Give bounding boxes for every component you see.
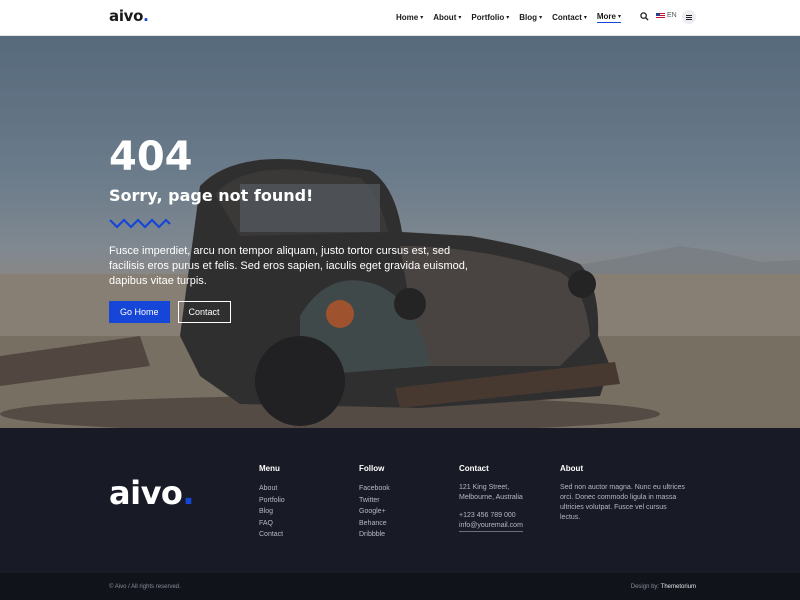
footer-link-about[interactable]: About xyxy=(259,483,359,495)
chevron-down-icon: ▾ xyxy=(583,15,587,21)
error-content: 404 Sorry, page not found! Fusce imperdi… xyxy=(109,134,489,323)
footer-link-faq[interactable]: FAQ xyxy=(259,518,359,530)
error-description: Fusce imperdiet, arcu non tempor aliquam… xyxy=(109,245,468,287)
chevron-down-icon: ▾ xyxy=(539,15,543,21)
chevron-down-icon: ▾ xyxy=(420,15,424,21)
hamburger-menu-button[interactable] xyxy=(682,10,696,24)
error-code: 404 xyxy=(109,134,193,180)
error-title: Sorry, page not found! xyxy=(109,186,314,205)
chevron-down-icon: ▾ xyxy=(458,15,462,21)
footer-link-behance[interactable]: Behance xyxy=(359,518,459,530)
main-nav: Home ▾ About ▾ Portfolio ▾ Blog ▾ Contact ▾ M… xyxy=(396,12,631,23)
footer-about-column: About Sed non auctor magna. Nunc eu ultr… xyxy=(560,464,685,523)
footer-link-contact[interactable]: Contact xyxy=(259,529,359,541)
nav-item-home[interactable]: Home ▾ xyxy=(396,12,423,23)
copyright-text: © Aivo / All rights reserved. xyxy=(109,584,181,590)
footer-bottom-bar: © Aivo / All rights reserved. Design by:… xyxy=(0,573,800,600)
search-icon[interactable] xyxy=(640,12,649,21)
hero-buttons: Go Home Contact xyxy=(109,301,489,323)
footer-about-text: Sed non auctor magna. Nunc eu ultrices o… xyxy=(560,484,685,521)
footer-menu-title: Menu xyxy=(259,464,280,473)
us-flag-icon xyxy=(656,12,665,19)
design-credit-link[interactable]: Themetorium xyxy=(661,584,696,590)
footer-link-twitter[interactable]: Twitter xyxy=(359,495,459,507)
footer-link-facebook[interactable]: Facebook xyxy=(359,483,459,495)
nav-item-more[interactable]: More ▾ xyxy=(596,12,622,23)
footer-logo[interactable]: aivo. xyxy=(109,474,195,512)
footer-phone[interactable]: +123 456 789 000 xyxy=(459,511,559,521)
footer-email-link[interactable]: info@youremail.com xyxy=(459,521,523,532)
design-credit: Design by: Themetorium xyxy=(630,584,696,590)
footer-link-googleplus[interactable]: Google+ xyxy=(359,506,459,518)
footer-about-title: About xyxy=(560,464,584,473)
footer-follow-column: Follow Facebook Twitter Google+ Behance … xyxy=(359,464,459,541)
contact-button[interactable]: Contact xyxy=(177,301,231,323)
chevron-down-icon: ▾ xyxy=(506,15,510,21)
chevron-down-icon: ▾ xyxy=(618,14,622,20)
footer-link-blog[interactable]: Blog xyxy=(259,506,359,518)
language-label: EN xyxy=(667,12,677,19)
footer-address-line1: 121 King Street, xyxy=(459,484,510,491)
site-footer: aivo. Menu About Portfolio Blog FAQ Cont… xyxy=(0,428,800,573)
footer-address-line2: Melbourne, Australia xyxy=(459,494,523,501)
site-logo[interactable]: aivo. xyxy=(109,7,149,25)
zigzag-divider-icon xyxy=(109,218,171,229)
nav-item-contact[interactable]: Contact ▾ xyxy=(552,12,587,23)
site-header: aivo. Home ▾ About ▾ Portfolio ▾ Blog ▾ Cont… xyxy=(0,0,800,36)
nav-item-blog[interactable]: Blog ▾ xyxy=(519,12,542,23)
go-home-button[interactable]: Go Home xyxy=(109,301,170,323)
nav-item-portfolio[interactable]: Portfolio ▾ xyxy=(471,12,509,23)
footer-link-dribbble[interactable]: Dribbble xyxy=(359,529,459,541)
footer-follow-title: Follow xyxy=(359,464,385,473)
footer-link-portfolio[interactable]: Portfolio xyxy=(259,495,359,507)
footer-contact-column: Contact 121 King Street, Melbourne, Aust… xyxy=(459,464,559,532)
nav-item-about[interactable]: About ▾ xyxy=(433,12,461,23)
language-switcher[interactable]: EN xyxy=(656,12,677,19)
footer-contact-title: Contact xyxy=(459,464,489,473)
footer-menu-column: Menu About Portfolio Blog FAQ Contact xyxy=(259,464,359,541)
hamburger-menu-icon xyxy=(686,14,692,20)
hero-section: 404 Sorry, page not found! Fusce imperdi… xyxy=(0,36,800,428)
